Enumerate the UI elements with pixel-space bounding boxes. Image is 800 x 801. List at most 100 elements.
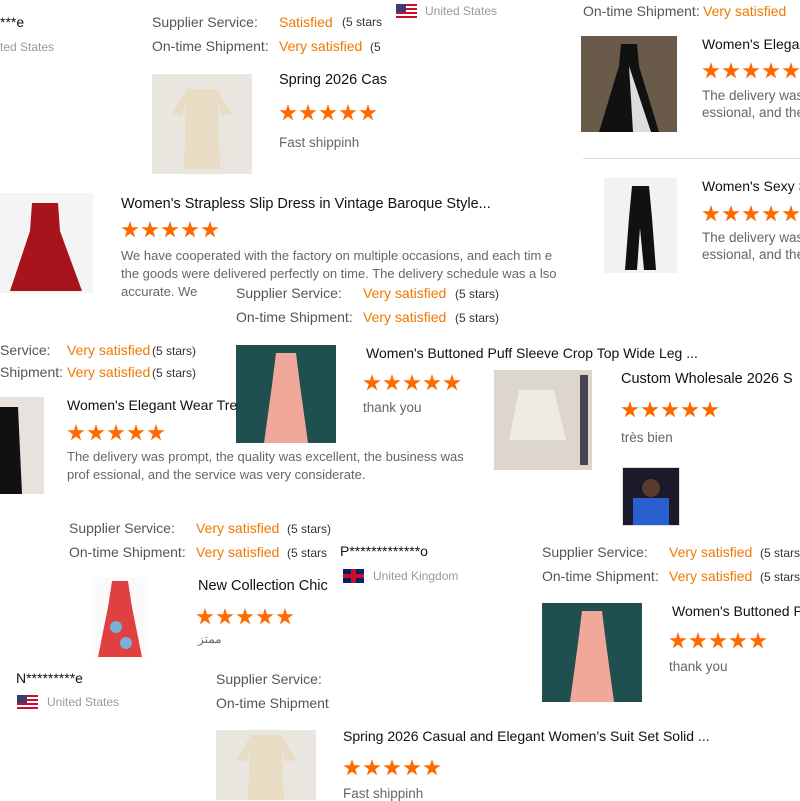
product-thumbnail[interactable] (236, 345, 336, 443)
star-icon (762, 205, 780, 222)
review-comment: essional, and the (702, 105, 800, 120)
star-icon (701, 401, 719, 418)
ontime-shipment-label: On-time Shipment: (542, 568, 659, 584)
star-icon (147, 424, 165, 441)
supplier-service-label: Supplier Service: (216, 671, 322, 687)
star-icon (201, 221, 219, 238)
star-icon (196, 608, 214, 625)
star-icon (729, 632, 747, 649)
product-title[interactable]: Women's Strapless Slip Dress in Vintage … (121, 196, 491, 212)
star-icon (181, 221, 199, 238)
product-thumbnail[interactable] (542, 603, 642, 702)
ontime-shipment-rating: Very satisfied (67, 364, 151, 380)
star-icon (641, 401, 659, 418)
us-flag-icon (396, 4, 417, 18)
star-rating (363, 374, 461, 392)
star-icon (669, 632, 687, 649)
product-title[interactable]: Custom Wholesale 2026 S (621, 371, 793, 387)
supplier-service-rating: Satisfied (279, 14, 333, 30)
star-rating (343, 759, 441, 777)
ontime-shipment-label: On-time Shipment: (583, 3, 700, 19)
ontime-shipment-label: On-time Shipment: (236, 309, 353, 325)
star-icon (279, 104, 297, 121)
star-icon (67, 424, 85, 441)
star-icon (681, 401, 699, 418)
ontime-shipment-rating: Very satisfied (279, 38, 363, 54)
suit-image-icon (570, 611, 614, 702)
dress-image-icon (10, 203, 82, 291)
jumpsuit-image-icon (625, 186, 656, 270)
reviewer-country: United Kingdom (373, 569, 459, 583)
product-thumbnail[interactable] (0, 193, 93, 293)
stars-count: (5 stars (760, 546, 800, 560)
review-comment: Fast shippinh (343, 786, 424, 801)
star-icon (423, 759, 441, 776)
product-title[interactable]: New Collection Chic (198, 578, 328, 594)
jacket-image-icon (509, 375, 588, 465)
supplier-service-rating: Very satisfied (196, 520, 280, 536)
star-icon (319, 104, 337, 121)
star-icon (702, 62, 720, 79)
star-icon (722, 62, 740, 79)
star-icon (216, 608, 234, 625)
ontime-shipment-rating: Very satisfied (196, 544, 280, 560)
star-icon (121, 221, 139, 238)
star-icon (709, 632, 727, 649)
star-icon (702, 205, 720, 222)
stars-count: (5 stars) (455, 287, 500, 301)
star-icon (749, 632, 767, 649)
product-thumbnail[interactable] (92, 577, 148, 657)
stars-count: (5 stars) (455, 311, 500, 325)
supplier-service-label: Supplier Service: (69, 520, 175, 536)
review-comment: essional, and the (702, 247, 800, 262)
star-icon (742, 62, 760, 79)
supplier-service-rating: Very satisfied (67, 342, 151, 358)
star-rating (279, 104, 377, 122)
product-title[interactable]: Spring 2026 Casual and Elegant Women's S… (343, 728, 710, 744)
product-thumbnail[interactable] (581, 36, 677, 132)
star-icon (161, 221, 179, 238)
ontime-shipment-rating: Very satisfied (669, 568, 753, 584)
reviewer-country: United States (47, 695, 120, 709)
product-title[interactable]: Women's Buttoned Puff Sleeve Crop Top Wi… (366, 345, 698, 361)
photo-image-icon (633, 479, 669, 525)
review-comment: The delivery was prompt, the quality was… (67, 449, 464, 482)
dress-image-icon (98, 581, 142, 657)
product-thumbnail[interactable] (152, 74, 252, 174)
review-photo[interactable] (622, 467, 680, 526)
supplier-service-label: Supplier Service: (152, 14, 258, 30)
product-thumbnail[interactable] (604, 178, 677, 273)
star-icon (782, 205, 800, 222)
ontime-shipment-label: On-time Shipment: (152, 38, 269, 54)
star-icon (359, 104, 377, 121)
product-title[interactable]: Women's Elegant Wear Tre (67, 397, 237, 413)
star-icon (127, 424, 145, 441)
product-title[interactable]: Spring 2026 Cas (279, 72, 387, 88)
stars-count: (5 stars (287, 546, 328, 560)
star-icon (443, 374, 461, 391)
stars-count: (5 stars) (152, 344, 197, 358)
product-thumbnail[interactable] (494, 370, 592, 470)
supplier-service-rating: Very satisfied (669, 544, 753, 560)
review-comment: The delivery was (702, 88, 800, 103)
review-comment: Fast shippinh (279, 135, 360, 150)
star-icon (722, 205, 740, 222)
review-comment: ممتز (198, 632, 222, 646)
star-icon (403, 374, 421, 391)
product-thumbnail[interactable] (0, 397, 44, 494)
stars-count: (5 stars) (152, 366, 197, 380)
star-rating (669, 632, 767, 650)
us-flag-icon (17, 695, 38, 709)
star-icon (339, 104, 357, 121)
star-icon (403, 759, 421, 776)
product-title[interactable]: Women's Buttoned P (672, 603, 800, 619)
stars-count: (5 stars (760, 570, 800, 584)
product-thumbnail[interactable] (216, 730, 316, 800)
dress-image-icon (0, 407, 22, 494)
suit-image-icon (264, 353, 308, 443)
star-icon (363, 759, 381, 776)
product-title[interactable]: Women's Sexy S (702, 178, 800, 194)
uk-flag-icon (343, 569, 364, 583)
product-title[interactable]: Women's Elegan (702, 36, 800, 52)
stars-count: (5 stars (342, 15, 383, 29)
